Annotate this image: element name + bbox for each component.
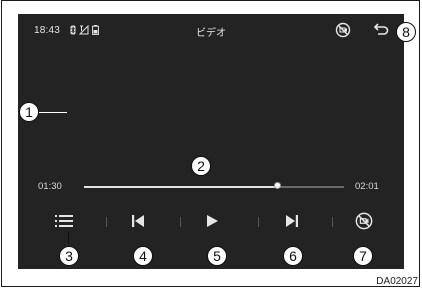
skip-previous-icon: [132, 215, 144, 227]
control-separator: [332, 217, 333, 227]
camera-off-icon: [355, 212, 373, 230]
callout-5: 5: [207, 246, 227, 266]
figure-code: DA02027: [376, 276, 418, 287]
callout-8: 8: [396, 22, 416, 42]
callout-3: 3: [59, 246, 79, 266]
callout-4: 4: [133, 246, 153, 266]
play-icon: [207, 215, 218, 227]
media-screen: 18:43 ビデオ 01:30 02:01: [18, 14, 404, 269]
progress-knob[interactable]: [273, 182, 281, 189]
skip-next-icon: [286, 215, 298, 227]
total-time: 02:01: [355, 181, 379, 192]
progress-slider[interactable]: [84, 182, 344, 189]
progress-fill: [84, 186, 278, 188]
previous-button[interactable]: [118, 210, 158, 232]
camera-off-button[interactable]: [344, 210, 384, 232]
callout-leader: [39, 112, 67, 114]
list-icon: [55, 215, 73, 227]
callout-7: 7: [353, 246, 373, 266]
status-bar: 18:43 ビデオ: [18, 14, 404, 50]
current-time: 01:30: [38, 181, 62, 192]
callout-1: 1: [19, 102, 39, 122]
callout-2: 2: [191, 156, 211, 176]
control-separator: [180, 217, 181, 227]
back-icon[interactable]: [373, 23, 389, 37]
control-separator: [258, 217, 259, 227]
callout-6: 6: [283, 246, 303, 266]
camera-off-icon[interactable]: [335, 22, 351, 38]
next-button[interactable]: [272, 210, 312, 232]
callout-leader: [68, 232, 70, 244]
list-button[interactable]: [44, 210, 84, 232]
play-button[interactable]: [192, 210, 232, 232]
control-separator: [106, 217, 107, 227]
